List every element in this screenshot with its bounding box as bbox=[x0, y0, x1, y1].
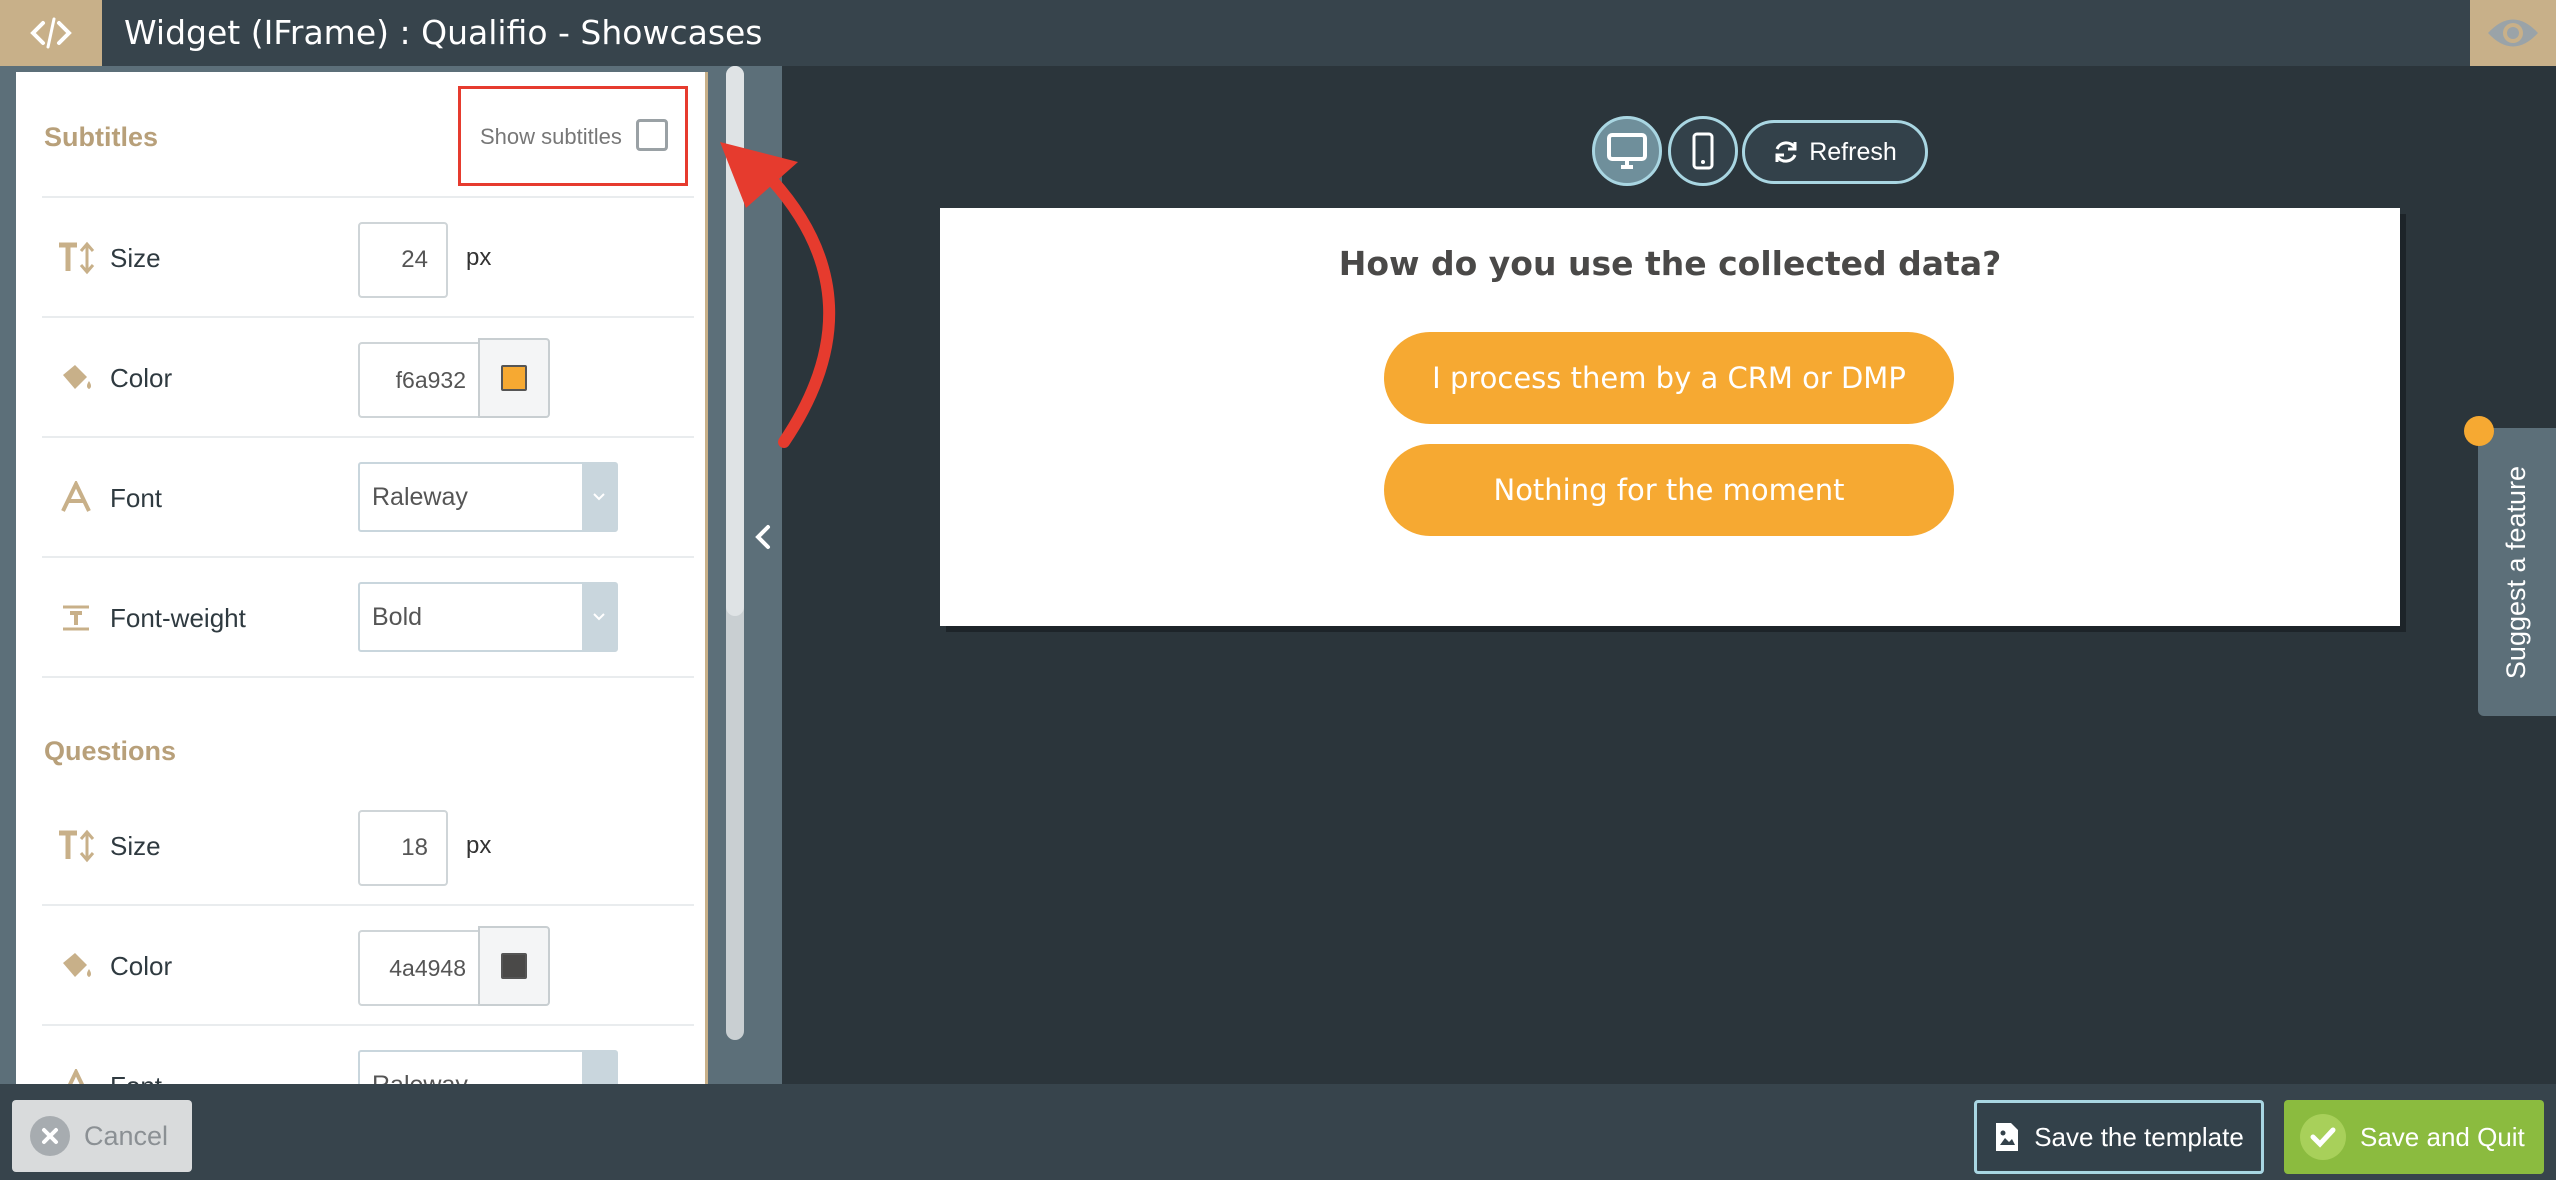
chevron-down-icon bbox=[582, 1052, 616, 1084]
subtitles-weight-value: Bold bbox=[372, 603, 423, 631]
paint-bucket-icon bbox=[56, 906, 96, 1026]
save-and-quit-label: Save and Quit bbox=[2360, 1121, 2525, 1152]
font-label: Font bbox=[110, 483, 163, 513]
cancel-label: Cancel bbox=[84, 1120, 169, 1151]
text-size-icon bbox=[56, 198, 96, 318]
subtitles-color-picker-button[interactable] bbox=[478, 338, 550, 418]
color-label: Color bbox=[110, 363, 173, 393]
size-label: Size bbox=[110, 243, 161, 273]
check-icon bbox=[2300, 1114, 2346, 1160]
color-swatch bbox=[501, 365, 527, 391]
questions-color-input[interactable]: 4a4948 bbox=[358, 930, 480, 1006]
mobile-view-button[interactable] bbox=[1668, 116, 1738, 186]
chevron-down-icon bbox=[582, 584, 616, 650]
show-subtitles-label: Show subtitles bbox=[480, 124, 622, 149]
questions-color-picker-button[interactable] bbox=[478, 926, 550, 1006]
text-size-icon bbox=[56, 786, 96, 906]
questions-font-row: Font Raleway bbox=[42, 1026, 694, 1084]
page-title: Widget (IFrame) : Qualifio - Showcases bbox=[124, 13, 763, 52]
font-weight-icon bbox=[56, 558, 96, 678]
font-icon bbox=[56, 438, 96, 558]
color-label: Color bbox=[110, 951, 173, 981]
questions-color-row: Color 4a4948 bbox=[42, 906, 694, 1026]
widget-preview: How do you use the collected data? I pro… bbox=[940, 208, 2400, 626]
show-subtitles-checkbox[interactable] bbox=[636, 119, 668, 151]
subtitles-weight-row: Font-weight Bold bbox=[42, 558, 694, 678]
desktop-view-button[interactable] bbox=[1592, 116, 1662, 186]
questions-font-value: Raleway bbox=[372, 1052, 468, 1084]
refresh-label: Refresh bbox=[1809, 137, 1897, 166]
questions-size-input[interactable]: 18 bbox=[358, 810, 448, 886]
annotation-arrow-icon bbox=[720, 142, 836, 448]
chevron-down-icon bbox=[582, 464, 616, 530]
subtitles-size-input[interactable]: 24 bbox=[358, 222, 448, 298]
settings-panel: Subtitles Size 24 px Color f6a932 Font R… bbox=[16, 72, 708, 1084]
questions-size-row: Size 18 px bbox=[42, 786, 694, 906]
font-label: Font bbox=[110, 1026, 162, 1084]
save-template-label: Save the template bbox=[2034, 1121, 2244, 1152]
paint-bucket-icon bbox=[56, 318, 96, 438]
refresh-button[interactable]: Refresh bbox=[1742, 120, 1928, 184]
subtitles-color-input[interactable]: f6a932 bbox=[358, 342, 480, 418]
file-image-icon bbox=[1996, 1123, 2019, 1151]
preview-eye-icon[interactable] bbox=[2470, 0, 2556, 66]
font-icon bbox=[56, 1026, 96, 1084]
size-unit: px bbox=[466, 244, 492, 271]
subtitles-font-row: Font Raleway bbox=[42, 438, 694, 558]
subtitles-font-value: Raleway bbox=[372, 483, 468, 511]
font-weight-label: Font-weight bbox=[110, 603, 246, 633]
suggest-feature-wrapper[interactable]: Suggest a feature bbox=[2478, 428, 2556, 716]
collapse-panel-chevron-icon[interactable] bbox=[752, 520, 774, 554]
answer-button[interactable]: I process them by a CRM or DMP bbox=[1384, 332, 1954, 424]
answer-button[interactable]: Nothing for the moment bbox=[1384, 444, 1954, 536]
subtitles-weight-select[interactable]: Bold bbox=[358, 582, 618, 652]
subtitles-size-row: Size 24 px bbox=[42, 198, 694, 318]
save-and-quit-button[interactable]: Save and Quit bbox=[2284, 1100, 2544, 1174]
preview-question: How do you use the collected data? bbox=[1338, 244, 2002, 283]
suggest-feature-label: Suggest a feature bbox=[2501, 465, 2532, 679]
top-bar: Widget (IFrame) : Qualifio - Showcases bbox=[0, 0, 2556, 66]
size-unit: px bbox=[466, 832, 492, 859]
subtitles-color-row: Color f6a932 bbox=[42, 318, 694, 438]
close-icon bbox=[30, 1116, 70, 1156]
refresh-icon bbox=[1775, 141, 1797, 163]
subtitles-font-select[interactable]: Raleway bbox=[358, 462, 618, 532]
cancel-button[interactable]: Cancel bbox=[12, 1100, 192, 1172]
color-swatch bbox=[501, 953, 527, 979]
section-heading-questions: Questions bbox=[44, 736, 177, 766]
save-template-button[interactable]: Save the template bbox=[1974, 1100, 2264, 1174]
questions-font-select[interactable]: Raleway bbox=[358, 1050, 618, 1084]
size-label: Size bbox=[110, 831, 161, 861]
code-icon[interactable] bbox=[0, 0, 102, 66]
